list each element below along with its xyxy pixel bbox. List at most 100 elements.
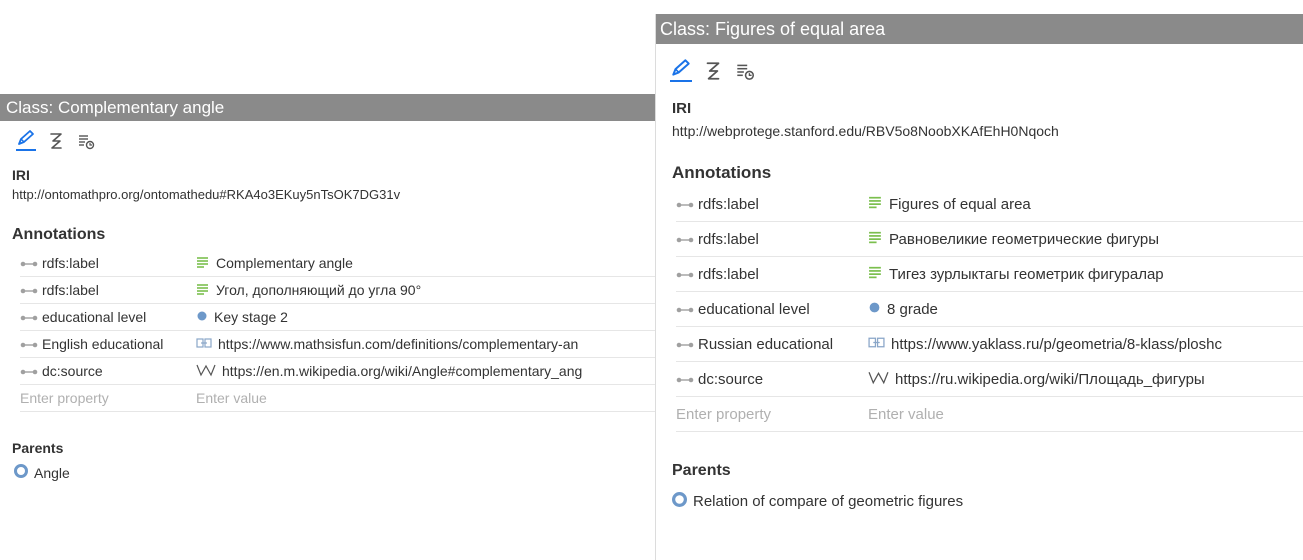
class-panel-complementary-angle: Class: Complementary angle IRI http://on… (0, 94, 655, 560)
annotation-row[interactable]: educational level Key stage 2 (20, 304, 655, 331)
annotation-value[interactable]: Угол, дополняющий до угла 90° (196, 282, 421, 298)
annotation-property[interactable]: rdfs:label (20, 282, 196, 298)
annotation-value[interactable]: https://en.m.wikipedia.org/wiki/Angle#co… (196, 363, 582, 380)
enter-property-input[interactable]: Enter property (20, 390, 196, 406)
panel-toolbar (0, 121, 655, 151)
dot-icon (196, 309, 208, 325)
enter-value-input[interactable]: Enter value (196, 390, 267, 406)
annotation-value[interactable]: Complementary angle (196, 255, 353, 271)
annotations-table: rdfs:label Complementary angle rdfs:labe… (20, 250, 655, 412)
annotation-value[interactable]: Figures of equal area (868, 195, 1031, 213)
annotations-label: Annotations (672, 163, 772, 182)
annotation-property[interactable]: rdfs:label (676, 231, 868, 248)
annotation-value[interactable]: 8 grade (868, 301, 938, 318)
iri-label: IRI (12, 167, 30, 183)
link-icon (868, 336, 885, 353)
parent-name: Relation of compare of geometric figures (693, 493, 964, 510)
class-panel-figures-of-equal-area: Class: Figures of equal area IRI http://… (655, 14, 1303, 560)
property-icon (676, 196, 694, 213)
text-lines-icon (868, 230, 883, 248)
edit-pencil-icon[interactable] (670, 58, 692, 82)
property-name: Russian educational (698, 335, 834, 353)
property-icon (676, 301, 694, 318)
property-name: dc:source (698, 370, 764, 388)
panel-toolbar (656, 44, 1303, 82)
annotation-property[interactable]: dc:source (20, 363, 196, 379)
property-name: rdfs:label (698, 265, 759, 283)
value-text: Равновеликие геометрические фигуры (889, 230, 1159, 248)
annotation-row[interactable]: educational level 8 grade (676, 292, 1303, 327)
iri-value[interactable]: http://webprotege.stanford.edu/RBV5o8Noo… (672, 123, 1303, 139)
class-circle-icon (14, 464, 28, 481)
parent-item[interactable]: Relation of compare of geometric figures (672, 492, 1303, 511)
annotation-value[interactable]: https://www.mathsisfun.com/definitions/c… (196, 336, 578, 352)
enter-property-input[interactable]: Enter property (676, 406, 868, 423)
annotation-property[interactable]: dc:source (676, 371, 868, 388)
annotation-row[interactable]: English educational https://www.mathsisf… (20, 331, 655, 358)
annotation-value[interactable]: https://ru.wikipedia.org/wiki/Площадь_фи… (868, 370, 1205, 389)
property-icon (20, 255, 38, 271)
annotation-property[interactable]: English educational (20, 336, 196, 352)
wikipedia-icon (868, 370, 889, 389)
enter-value-input[interactable]: Enter value (868, 406, 944, 423)
annotation-property[interactable]: Russian educational (676, 336, 868, 353)
property-icon (676, 266, 694, 283)
property-icon (20, 282, 38, 298)
parent-item[interactable]: Angle (14, 464, 655, 481)
panel-title: Class: Figures of equal area (656, 14, 1303, 44)
property-icon (20, 363, 38, 379)
annotation-property[interactable]: rdfs:label (20, 255, 196, 271)
text-lines-icon (196, 255, 210, 271)
annotation-property[interactable]: educational level (676, 301, 868, 318)
annotation-row[interactable]: rdfs:label Complementary angle (20, 250, 655, 277)
text-lines-icon (868, 195, 883, 213)
axioms-icon[interactable] (46, 131, 66, 151)
property-name: English educational (42, 336, 164, 352)
iri-label: IRI (672, 100, 692, 117)
value-text: https://ru.wikipedia.org/wiki/Площадь_фи… (895, 370, 1205, 388)
frames-icon[interactable] (76, 133, 96, 151)
panel-title: Class: Complementary angle (0, 94, 655, 121)
annotation-row[interactable]: rdfs:label Тигез зурлыктагы геометрик фи… (676, 257, 1303, 292)
property-name: educational level (42, 309, 147, 325)
axioms-icon[interactable] (702, 60, 724, 82)
property-icon (676, 371, 694, 388)
text-lines-icon (196, 282, 210, 298)
annotation-value[interactable]: Key stage 2 (196, 309, 288, 325)
property-name: dc:source (42, 363, 103, 379)
annotation-property[interactable]: rdfs:label (676, 266, 868, 283)
parents-label: Parents (672, 462, 731, 479)
class-circle-icon (672, 492, 687, 511)
edit-pencil-icon[interactable] (16, 129, 36, 151)
value-text: Figures of equal area (889, 195, 1031, 213)
annotation-row[interactable]: dc:source https://ru.wikipedia.org/wiki/… (676, 362, 1303, 397)
parents-label: Parents (12, 440, 64, 456)
annotation-value[interactable]: https://www.yaklass.ru/p/geometria/8-kla… (868, 336, 1222, 353)
annotation-value[interactable]: Равновеликие геометрические фигуры (868, 230, 1159, 248)
iri-value[interactable]: http://ontomathpro.org/ontomathedu#RKA4o… (12, 187, 655, 202)
annotation-row[interactable]: rdfs:label Угол, дополняющий до угла 90° (20, 277, 655, 304)
value-text: https://www.yaklass.ru/p/geometria/8-kla… (891, 335, 1222, 353)
property-name: educational level (698, 300, 810, 318)
annotation-row[interactable]: dc:source https://en.m.wikipedia.org/wik… (20, 358, 655, 385)
value-text: Complementary angle (216, 255, 353, 271)
property-icon (676, 336, 694, 353)
annotation-value[interactable]: Тигез зурлыктагы геометрик фигуралар (868, 265, 1164, 283)
property-name: rdfs:label (42, 255, 99, 271)
dot-icon (868, 301, 881, 318)
annotation-row[interactable]: rdfs:label Figures of equal area (676, 187, 1303, 222)
annotation-property[interactable]: educational level (20, 309, 196, 325)
value-text: Тигез зурлыктагы геометрик фигуралар (889, 265, 1164, 283)
parent-name: Angle (34, 464, 70, 481)
value-text: Угол, дополняющий до угла 90° (216, 282, 422, 298)
annotation-row[interactable]: Russian educational https://www.yaklass.… (676, 327, 1303, 362)
property-icon (20, 336, 38, 352)
text-lines-icon (868, 265, 883, 283)
annotation-entry-row[interactable]: Enter property Enter value (676, 397, 1303, 432)
value-text: https://en.m.wikipedia.org/wiki/Angle#co… (222, 363, 583, 379)
annotation-property[interactable]: rdfs:label (676, 196, 868, 213)
frames-icon[interactable] (734, 62, 756, 82)
annotation-row[interactable]: rdfs:label Равновеликие геометрические ф… (676, 222, 1303, 257)
property-name: rdfs:label (698, 195, 759, 213)
annotation-entry-row[interactable]: Enter property Enter value (20, 385, 655, 412)
